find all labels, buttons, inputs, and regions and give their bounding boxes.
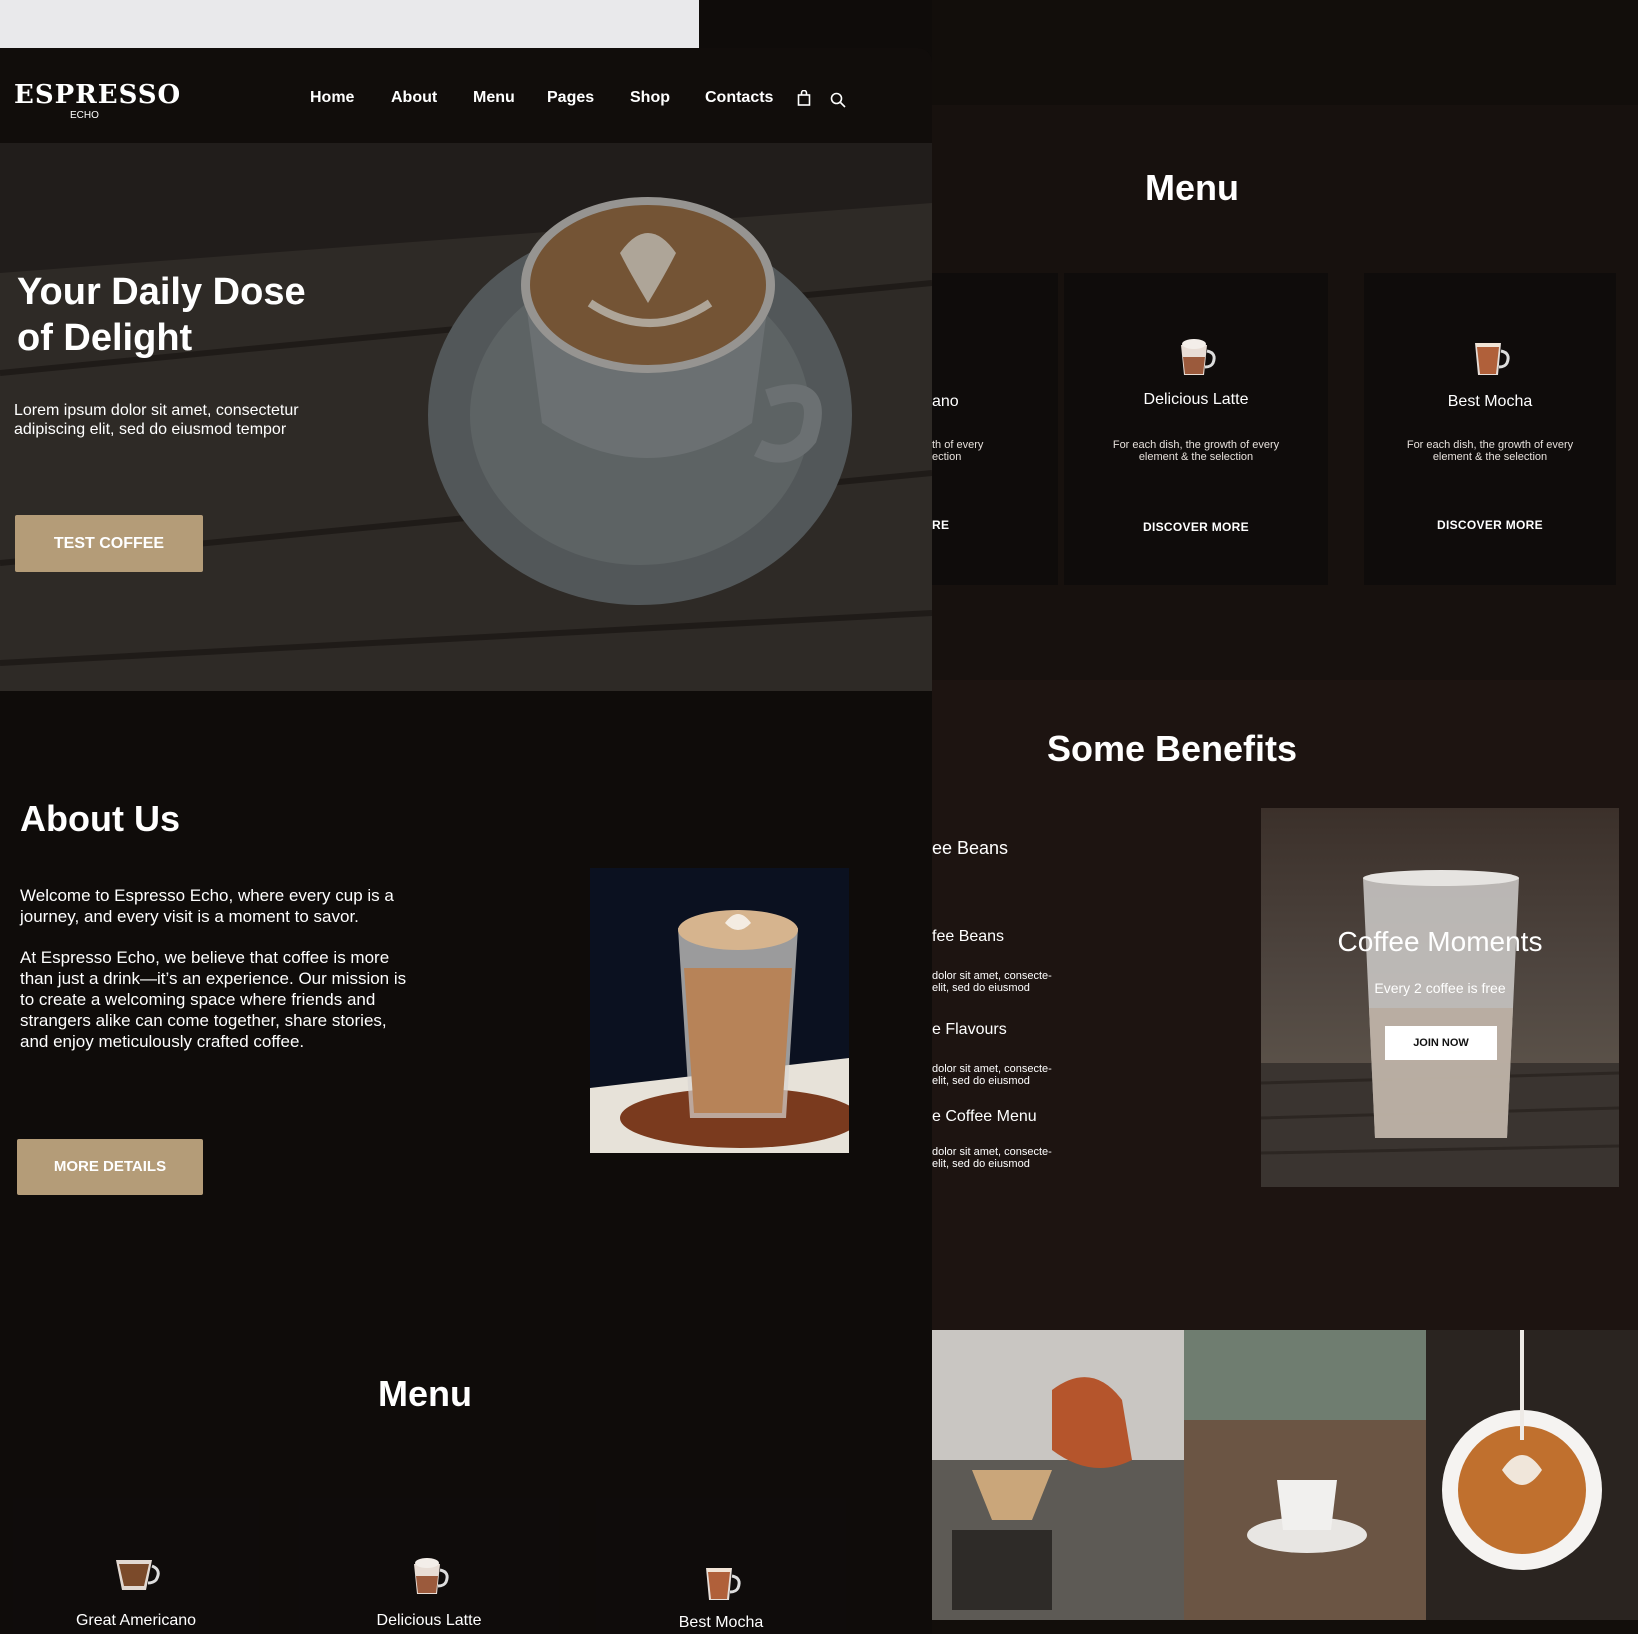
text-line: strangers alike can come together, share…	[20, 1011, 387, 1030]
card-desc: element & the selection	[1138, 451, 1254, 463]
discover-more-link[interactable]: DISCOVER MORE	[1064, 520, 1328, 534]
benefits-section: Some Benefits ee Beans fee Beans dolor s…	[932, 680, 1638, 1330]
discover-more-link[interactable]: RE	[932, 518, 1058, 532]
card-title: Great Americano	[75, 1612, 197, 1629]
menu-card[interactable]: Delicious Latte For each dish, the growt…	[1064, 273, 1328, 585]
gallery-images	[932, 1330, 1638, 1620]
promo-title: Coffee Moments	[1337, 926, 1543, 957]
benefit-desc: elit, sed do eiusmod	[932, 1158, 1030, 1170]
join-now-button[interactable]: JOIN NOW	[1385, 1026, 1497, 1060]
nav-shop[interactable]: Shop	[630, 89, 670, 107]
hero-title-line1: Your Daily Dose	[17, 271, 306, 313]
nav-menu[interactable]: Menu	[473, 89, 515, 107]
menu-card[interactable]: ano th of every ection RE	[932, 273, 1058, 585]
about-title: About Us	[20, 798, 180, 839]
about-paragraph-1: Welcome to Espresso Echo, where every cu…	[20, 885, 394, 927]
menu-card[interactable]: Delicious Latte	[299, 1498, 559, 1634]
text-line: to create a welcoming space where friend…	[20, 990, 376, 1009]
mocha-cup-icon	[1475, 343, 1510, 375]
search-icon[interactable]	[830, 92, 846, 108]
menu-card[interactable]: Best Mocha	[596, 1498, 846, 1634]
card-title: Best Mocha	[1447, 393, 1533, 410]
logo-sub: ECHO	[70, 110, 99, 121]
browser-strip	[0, 0, 699, 48]
card-title: ano	[932, 393, 959, 410]
americano-cup-icon	[116, 1560, 160, 1590]
iced-coffee-image	[1261, 870, 1619, 1187]
card-desc: ection	[932, 451, 962, 463]
card-title: Best Mocha	[678, 1614, 764, 1631]
menu-title-right: Menu	[1145, 167, 1239, 208]
nav-contacts[interactable]: Contacts	[705, 89, 773, 107]
text-line: Welcome to Espresso Echo, where every cu…	[20, 886, 394, 905]
nav-home[interactable]: Home	[310, 89, 354, 107]
menu-card[interactable]: Great Americano	[13, 1498, 259, 1634]
about-coffee-image	[590, 868, 849, 1153]
menu-card[interactable]: Best Mocha For each dish, the growth of …	[1364, 273, 1616, 585]
card-desc: element & the selection	[1432, 451, 1548, 463]
benefit-title: e Coffee Menu	[932, 1108, 1037, 1125]
latte-cup-icon	[1181, 339, 1216, 375]
more-details-button[interactable]: MORE DETAILS	[17, 1139, 203, 1195]
hero-text-line1: Lorem ipsum dolor sit amet, consectetur	[14, 402, 299, 419]
hero-text-line2: adipiscing elit, sed do eiusmod tempor	[14, 421, 287, 438]
benefit-desc: dolor sit amet, consecte-	[932, 970, 1052, 982]
card-title: Delicious Latte	[376, 1612, 482, 1629]
text-line: At Espresso Echo, we believe that coffee…	[20, 948, 390, 967]
benefit-title: ee Beans	[932, 838, 1009, 858]
secondary-page: Menu ano th of every ection RE Delicious…	[932, 0, 1638, 1634]
benefit-desc: elit, sed do eiusmod	[932, 1075, 1030, 1087]
menu-section-right: Menu ano th of every ection RE Delicious…	[932, 105, 1638, 680]
benefit-desc: dolor sit amet, consecte-	[932, 1146, 1052, 1158]
bag-icon[interactable]	[797, 90, 811, 106]
about-paragraph-2: At Espresso Echo, we believe that coffee…	[20, 947, 406, 1052]
menu-title: Menu	[378, 1373, 472, 1414]
hero-title-line2: of Delight	[17, 317, 193, 359]
benefit-title: fee Beans	[932, 928, 1005, 945]
benefits-title: Some Benefits	[1046, 728, 1298, 769]
text-line: and enjoy meticulously crafted coffee.	[20, 1032, 305, 1051]
text-line: journey, and every visit is a moment to …	[20, 907, 359, 926]
text-line: than just a drink—it’s an experience. Ou…	[20, 969, 407, 988]
main-page: ESPRESSO ECHO Home About Menu Pages Shop…	[0, 48, 932, 1634]
benefit-title: e Flavours	[932, 1021, 1007, 1038]
discover-more-link[interactable]: DISCOVER MORE	[1364, 518, 1616, 532]
card-title: Delicious Latte	[1143, 391, 1249, 408]
site-header: ESPRESSO ECHO Home About Menu Pages Shop…	[0, 48, 932, 143]
benefit-desc: elit, sed do eiusmod	[932, 982, 1030, 994]
coffee-moments-promo: Coffee Moments Every 2 coffee is free JO…	[1261, 808, 1619, 1187]
nav-pages[interactable]: Pages	[547, 89, 594, 107]
benefit-desc: dolor sit amet, consecte-	[932, 1063, 1052, 1075]
logo[interactable]: ESPRESSO	[14, 80, 181, 110]
latte-cup-icon	[414, 1558, 449, 1594]
nav-about[interactable]: About	[391, 89, 437, 107]
mocha-cup-icon	[706, 1568, 741, 1600]
test-coffee-button[interactable]: TEST COFFEE	[15, 515, 203, 572]
promo-subtitle: Every 2 coffee is free	[1374, 980, 1506, 996]
hero-section: Your Daily Dose of Delight Lorem ipsum d…	[0, 143, 932, 691]
